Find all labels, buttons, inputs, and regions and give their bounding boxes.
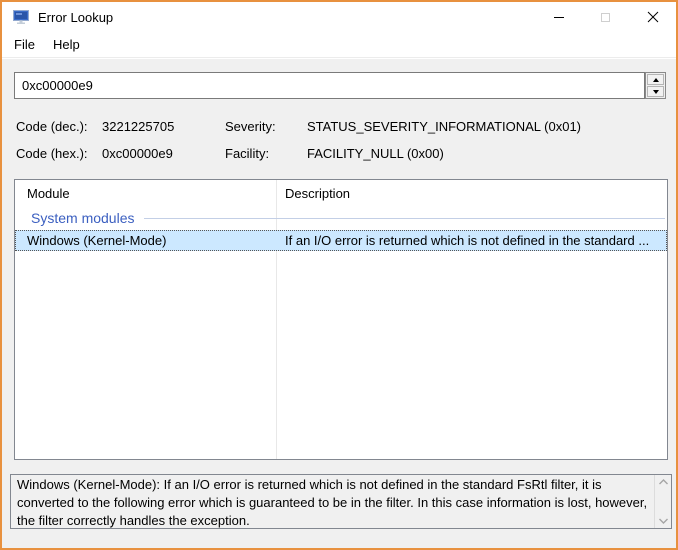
client-area: Code (dec.): 3221225705 Severity: STATUS… — [2, 59, 676, 548]
menu-bar: File Help — [2, 32, 676, 58]
down-arrow-icon — [652, 89, 659, 94]
minimize-icon — [553, 16, 564, 18]
detail-text[interactable]: Windows (Kernel-Mode): If an I/O error i… — [11, 475, 654, 528]
error-lookup-window: Error Lookup File Help 0xc00000e9 Code (… — [0, 0, 678, 550]
severity-value: STATUS_SEVERITY_INFORMATIONAL (0x01) — [307, 119, 582, 134]
detail-scrollbar[interactable] — [654, 475, 671, 528]
window-caption-buttons — [535, 2, 676, 32]
app-monitor-icon — [13, 9, 29, 25]
code-hex-label: Code (hex.): — [16, 146, 88, 161]
code-hex-value: 0xc00000e9 — [102, 146, 173, 161]
error-code-input[interactable] — [14, 72, 645, 99]
title-bar[interactable]: Error Lookup — [2, 2, 676, 32]
code-dec-label: Code (dec.): — [16, 119, 88, 134]
facility-value: FACILITY_NULL (0x00) — [307, 146, 444, 161]
column-header-module[interactable]: Module — [15, 186, 276, 201]
menu-help[interactable]: Help — [44, 33, 89, 56]
column-separator — [276, 180, 277, 459]
results-listview[interactable]: Module Description System modules Window… — [14, 179, 668, 460]
minimize-button[interactable] — [535, 2, 582, 32]
listview-header: Module Description — [15, 180, 667, 206]
maximize-icon — [601, 12, 610, 22]
maximize-button — [582, 2, 629, 32]
up-arrow-icon — [652, 77, 659, 82]
facility-label: Facility: — [225, 146, 270, 161]
result-description-cell: If an I/O error is returned which is not… — [285, 233, 650, 248]
group-header-line — [144, 217, 665, 219]
column-header-description[interactable]: Description — [276, 186, 667, 201]
window-title: Error Lookup — [38, 9, 114, 25]
severity-label: Severity: — [225, 119, 276, 134]
result-module-cell: Windows (Kernel-Mode) — [27, 233, 167, 248]
close-button[interactable] — [629, 2, 676, 32]
scroll-up-icon[interactable] — [658, 479, 668, 485]
menu-file[interactable]: File — [5, 33, 44, 56]
group-header-system-modules[interactable]: System modules — [15, 206, 667, 230]
scroll-down-icon[interactable] — [658, 518, 668, 524]
code-dec-value: 3221225705 — [102, 119, 175, 134]
close-icon — [647, 11, 658, 23]
detail-box: Windows (Kernel-Mode): If an I/O error i… — [10, 474, 672, 529]
result-row-selected[interactable]: Windows (Kernel-Mode) If an I/O error is… — [15, 230, 667, 251]
spin-up-button[interactable] — [647, 74, 664, 85]
code-spinner — [645, 72, 666, 99]
spin-down-button[interactable] — [647, 86, 664, 97]
code-info-panel: Code (dec.): 3221225705 Severity: STATUS… — [16, 120, 581, 161]
group-header-label: System modules — [31, 210, 135, 226]
